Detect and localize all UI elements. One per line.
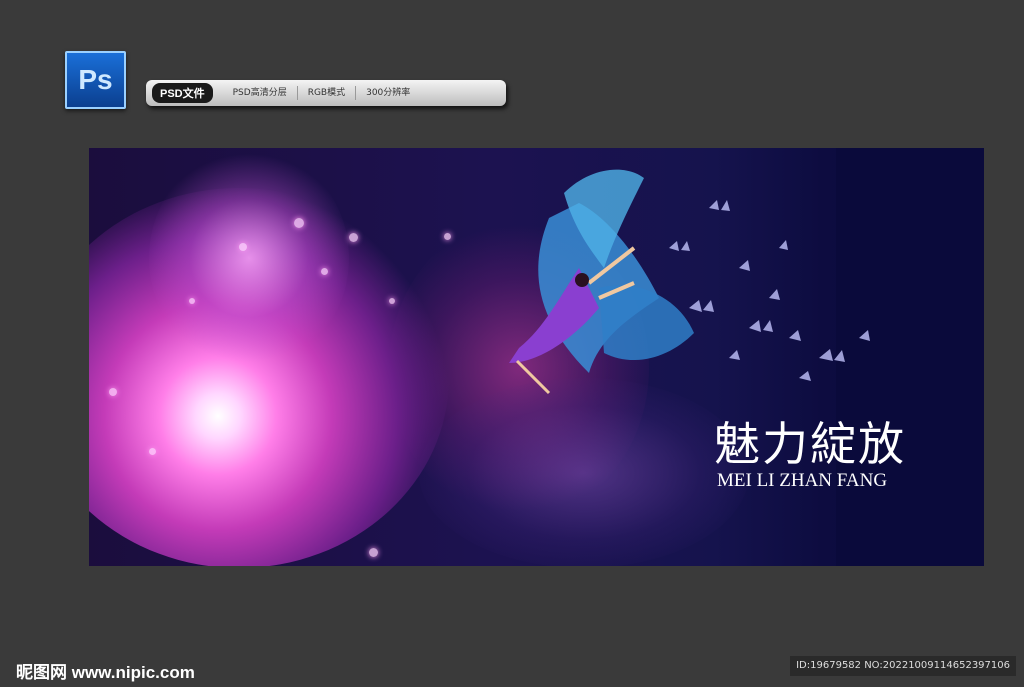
file-info-bar: PSD文件 PSD高清分层 RGB模式 300分辨率 <box>146 80 506 106</box>
image-id: ID:19679582 NO:20221009114652397106 <box>790 656 1016 676</box>
glow-particle <box>294 218 304 228</box>
glow-particle <box>369 548 378 557</box>
glow-particle <box>389 298 395 304</box>
title-chinese: 魅力綻放 <box>714 417 906 471</box>
title-pinyin: MEI LI ZHAN FANG <box>717 470 888 491</box>
butterflies <box>669 200 870 381</box>
flower-glow <box>149 148 349 368</box>
tag-layers: PSD高清分层 <box>232 88 287 98</box>
tag-resolution: 300分辨率 <box>355 86 420 100</box>
site-watermark: 昵图网 www.nipic.com <box>16 663 195 682</box>
glow-particle <box>239 243 247 251</box>
ps-logo-text: Ps <box>78 64 113 95</box>
photoshop-logo: Ps <box>65 51 126 109</box>
glow-particle <box>349 233 358 242</box>
glow-particle <box>109 388 117 396</box>
glow-particle <box>321 268 328 275</box>
glow-particle <box>149 448 156 455</box>
glow-particle <box>189 298 195 304</box>
psd-file-tag: PSD文件 <box>152 83 213 103</box>
tag-rgb: RGB模式 <box>296 86 355 100</box>
banner-artwork: 魅力綻放 MEI LI ZHAN FANG <box>89 148 984 566</box>
